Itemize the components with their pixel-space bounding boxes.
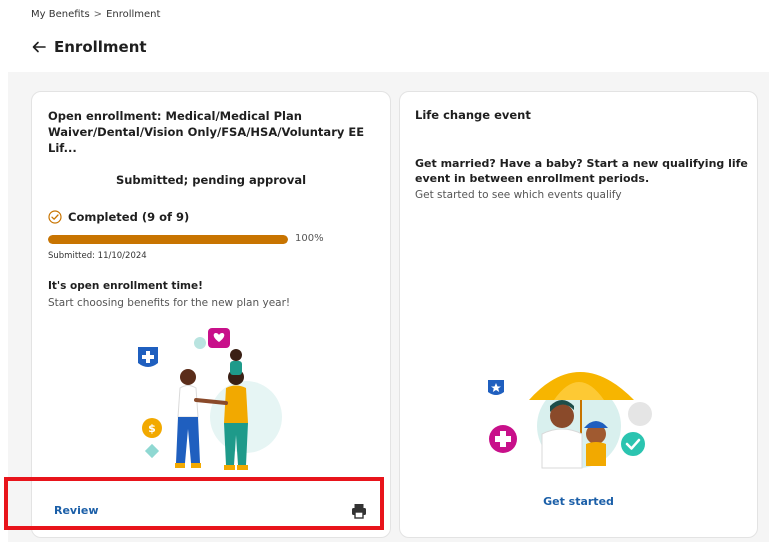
completion-status: Completed (9 of 9) <box>48 210 189 224</box>
page-title: Enrollment <box>54 38 147 56</box>
breadcrumb-current: Enrollment <box>106 9 161 20</box>
progress-bar-fill <box>48 235 288 244</box>
submitted-date: Submitted: 11/10/2024 <box>48 251 147 261</box>
breadcrumb-separator: > <box>93 9 103 20</box>
get-started-link[interactable]: Get started <box>400 495 757 508</box>
family-illustration: $ <box>138 328 282 470</box>
svg-text:$: $ <box>148 422 156 435</box>
completed-label: Completed (9 of 9) <box>68 210 190 224</box>
enrollment-status: Submitted; pending approval <box>115 173 307 187</box>
progress-bar <box>48 235 288 244</box>
progress-percent: 100% <box>295 233 324 244</box>
promo-heading: It's open enrollment time! <box>48 280 203 292</box>
life-event-title: Life change event <box>415 108 531 122</box>
check-circle-icon <box>48 210 62 224</box>
breadcrumb-root[interactable]: My Benefits <box>31 9 90 20</box>
breadcrumb: My Benefits > Enrollment <box>31 9 160 20</box>
page-header: Enrollment <box>31 38 147 56</box>
back-arrow-icon[interactable] <box>31 39 47 55</box>
promo-subtext: Start choosing benefits for the new plan… <box>48 297 291 309</box>
life-event-question: Get married? Have a baby? Start a new qu… <box>415 157 748 185</box>
open-enrollment-card: Open enrollment: Medical/Medical Plan Wa… <box>31 91 391 538</box>
highlight-annotation <box>4 477 384 530</box>
life-event-subtext: Get started to see which events qualify <box>415 189 622 201</box>
life-change-event-card: Life change event Get married? Have a ba… <box>399 91 758 538</box>
enrollment-card-title: Open enrollment: Medical/Medical Plan Wa… <box>48 109 365 155</box>
life-event-illustration <box>488 372 652 469</box>
